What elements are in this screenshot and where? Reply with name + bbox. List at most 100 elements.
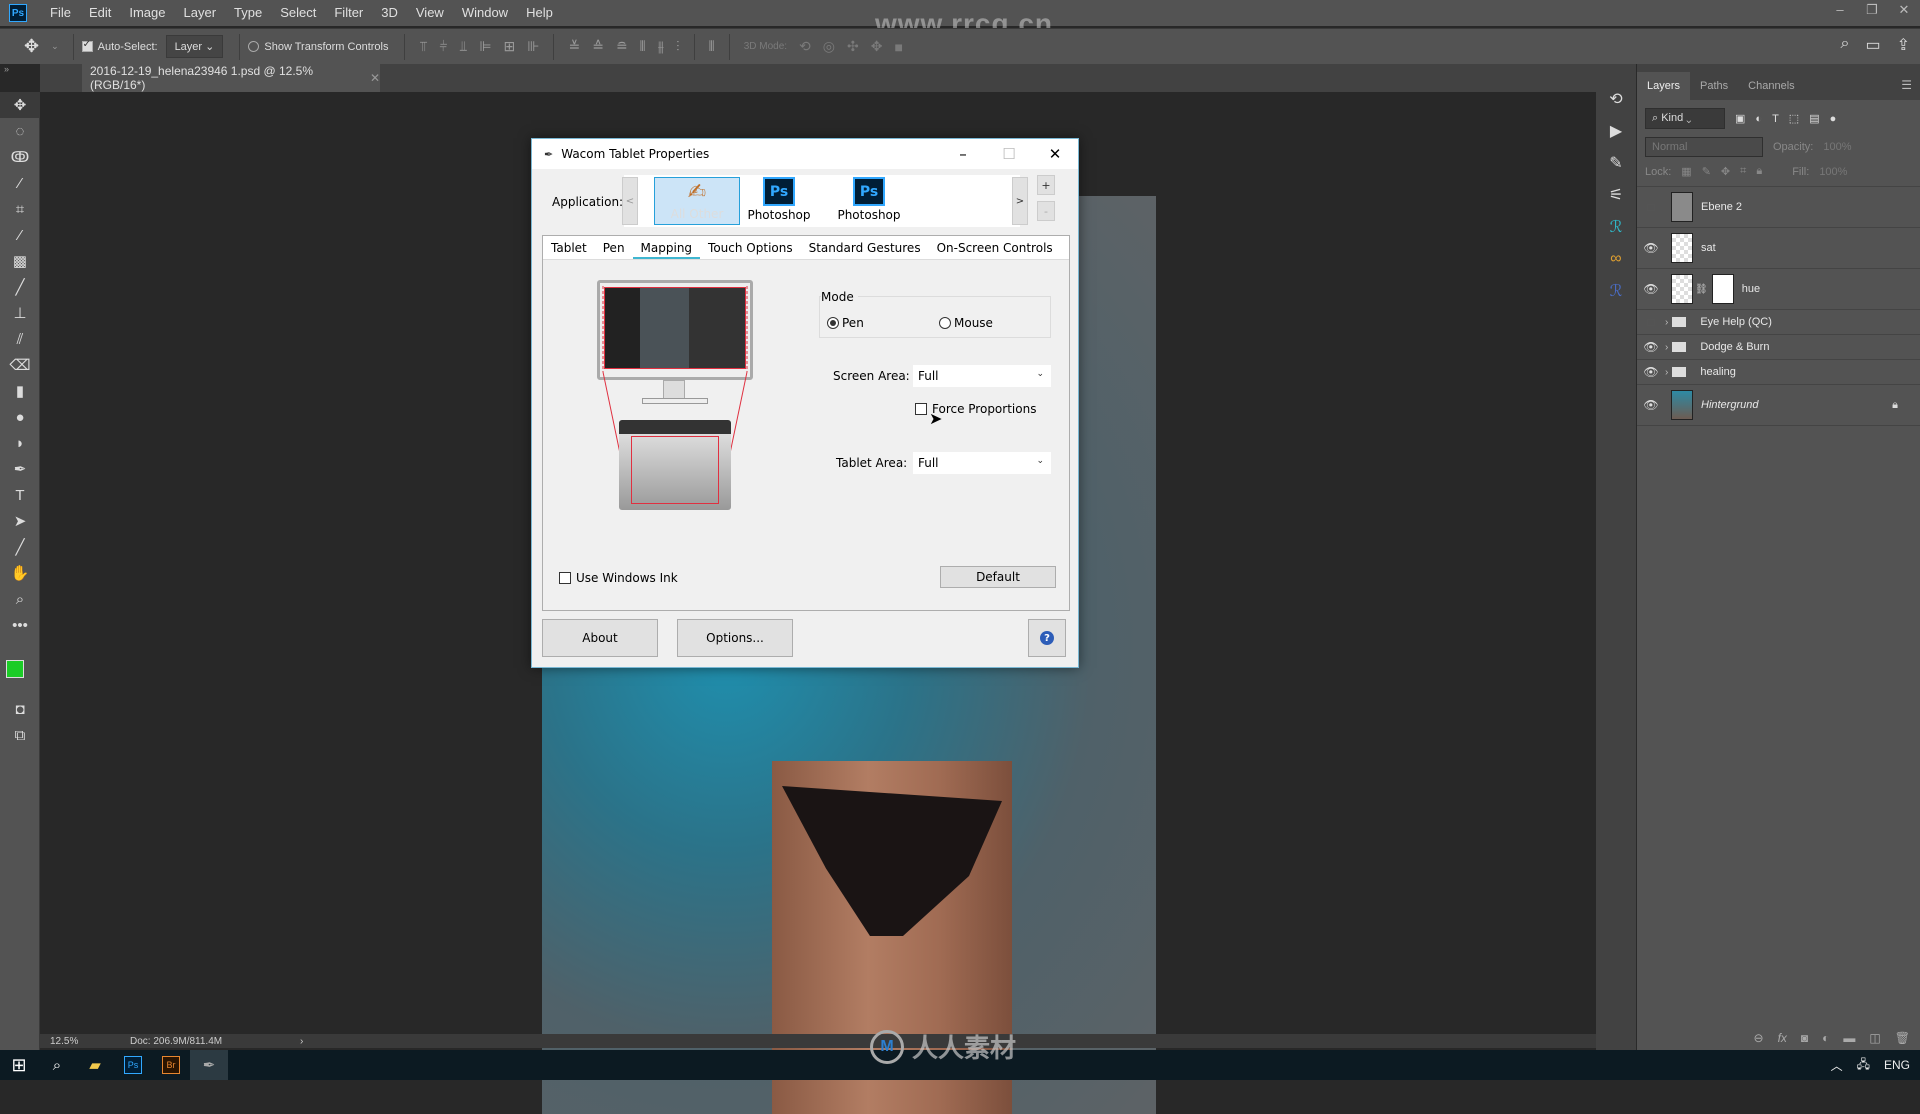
- restore-icon[interactable]: ❐: [1856, 0, 1888, 22]
- type-tool[interactable]: T: [0, 482, 40, 508]
- distribute-hcenter-icon[interactable]: ⫵: [658, 38, 664, 55]
- 3d-roll-icon[interactable]: ◎: [823, 38, 835, 55]
- screen-area-dropdown[interactable]: Full ⌄: [913, 365, 1051, 387]
- blend-mode-dropdown[interactable]: Normal: [1645, 137, 1763, 157]
- eye-icon[interactable]: 👁︎: [1637, 282, 1665, 296]
- menu-image[interactable]: Image: [120, 0, 174, 26]
- photoshop-taskbar-button[interactable]: Ps: [114, 1050, 152, 1080]
- distribute-vcenter-icon[interactable]: ≙: [592, 38, 604, 55]
- fx-icon[interactable]: fx: [1778, 1031, 1787, 1045]
- bridge-taskbar-button[interactable]: Br: [152, 1050, 190, 1080]
- stamp-tool[interactable]: ⊥: [0, 300, 40, 326]
- layer-row[interactable]: □ Ebene 2: [1637, 187, 1920, 228]
- tablet-area-dropdown[interactable]: Full ⌄: [913, 452, 1051, 474]
- eye-icon[interactable]: 👁︎: [1637, 340, 1665, 354]
- search-icon[interactable]: ⌕: [38, 1050, 76, 1080]
- move-tool[interactable]: ✥: [0, 92, 40, 118]
- menu-edit[interactable]: Edit: [80, 0, 120, 26]
- eyedropper-tool[interactable]: ⁄: [0, 222, 40, 248]
- checkbox[interactable]: [559, 572, 571, 584]
- layer-row[interactable]: 👁︎ sat: [1637, 228, 1920, 269]
- auto-select-target-dropdown[interactable]: Layer ⌄: [165, 35, 224, 58]
- eye-icon[interactable]: 👁︎: [1637, 365, 1665, 379]
- hand-tool[interactable]: ✋: [0, 560, 40, 586]
- tab-layers[interactable]: Layers: [1637, 72, 1691, 100]
- quick-mask-button[interactable]: ◘: [0, 696, 40, 722]
- language-indicator[interactable]: ENG: [1884, 1058, 1910, 1072]
- menu-window[interactable]: Window: [453, 0, 517, 26]
- screen-mode-button[interactable]: ⧉: [0, 722, 40, 748]
- minimize-icon[interactable]: –: [1824, 0, 1856, 22]
- more-tools[interactable]: •••: [0, 612, 40, 638]
- trash-icon[interactable]: 🗑︎: [1895, 1031, 1910, 1045]
- crop-tool[interactable]: ⌗: [0, 196, 40, 222]
- workspace-icon[interactable]: ▭: [1865, 35, 1880, 55]
- default-button[interactable]: Default: [940, 566, 1056, 588]
- layer-group-row[interactable]: 👁︎ › healing: [1637, 360, 1920, 385]
- filter-pixel-icon[interactable]: ▣: [1735, 112, 1745, 125]
- layer-row[interactable]: 👁︎ ⛓ hue: [1637, 269, 1920, 310]
- auto-select-checkbox[interactable]: [81, 39, 93, 52]
- auto-align-icon[interactable]: ⦀: [709, 38, 715, 55]
- move-icon[interactable]: ✥: [24, 36, 39, 57]
- history-brush-tool[interactable]: ⫽: [0, 326, 40, 352]
- remove-app-button[interactable]: -: [1037, 201, 1055, 221]
- link-icon[interactable]: ⛓: [1695, 284, 1708, 295]
- 3d-slide-icon[interactable]: ✥: [871, 38, 883, 55]
- lock-paint-icon[interactable]: ✎: [1702, 165, 1711, 178]
- chevron-right-icon[interactable]: ›: [1665, 342, 1668, 353]
- minimize-icon[interactable]: –: [940, 139, 986, 169]
- options-button[interactable]: Options...: [677, 619, 793, 657]
- align-top-icon[interactable]: ⫪: [419, 38, 427, 55]
- align-bottom-icon[interactable]: ⫫: [459, 38, 467, 55]
- file-explorer-icon[interactable]: ▰: [76, 1050, 114, 1080]
- zoom-level[interactable]: 12.5%: [40, 1036, 130, 1047]
- new-layer-icon[interactable]: ◫: [1869, 1031, 1880, 1045]
- filter-shape-icon[interactable]: ⬚: [1789, 112, 1799, 125]
- mode-mouse-radio[interactable]: Mouse: [939, 316, 993, 330]
- quick-select-tool[interactable]: ⁄: [0, 170, 40, 196]
- lock-all-icon[interactable]: 🔒︎: [1756, 165, 1762, 178]
- tab-mapping[interactable]: Mapping: [632, 236, 701, 259]
- tab-touch-options[interactable]: Touch Options: [700, 236, 801, 259]
- lock-icon[interactable]: 🔒︎: [1892, 399, 1898, 412]
- eye-icon[interactable]: 👁︎: [1637, 241, 1665, 255]
- share-icon[interactable]: ⇪: [1897, 35, 1910, 55]
- marquee-tool[interactable]: ◌: [0, 118, 40, 144]
- radio-selected[interactable]: [827, 317, 839, 329]
- actions-play-icon[interactable]: ▶: [1600, 118, 1632, 144]
- new-group-icon[interactable]: ▬: [1843, 1031, 1855, 1045]
- mode-pen-radio[interactable]: Pen: [827, 316, 864, 330]
- filter-type-icon[interactable]: T: [1772, 113, 1779, 125]
- eraser-tool[interactable]: ⌫: [0, 352, 40, 378]
- help-button[interactable]: ?: [1028, 619, 1066, 657]
- collapse-icon[interactable]: »: [4, 64, 9, 74]
- tab-pen[interactable]: Pen: [595, 236, 633, 259]
- align-hcenter-icon[interactable]: ⊞: [504, 38, 516, 55]
- visibility-toggle-off[interactable]: □: [1637, 200, 1665, 214]
- zoom-tool[interactable]: ⌕: [0, 586, 40, 612]
- panel-menu-icon[interactable]: ☰: [1901, 78, 1912, 92]
- gradient-tool[interactable]: ▮: [0, 378, 40, 404]
- fill-value[interactable]: 100%: [1819, 166, 1847, 178]
- app-tile-all-other[interactable]: ✍ All Other: [654, 177, 740, 225]
- chevron-right-icon[interactable]: ›: [1665, 317, 1668, 328]
- dialog-titlebar[interactable]: ✒ Wacom Tablet Properties – ☐ ✕: [532, 139, 1078, 169]
- tab-channels[interactable]: Channels: [1738, 72, 1804, 100]
- close-icon[interactable]: ✕: [1032, 139, 1078, 169]
- menu-help[interactable]: Help: [517, 0, 562, 26]
- close-icon[interactable]: ✕: [1888, 0, 1920, 22]
- layer-group-row[interactable]: 👁︎ › Dodge & Burn: [1637, 335, 1920, 360]
- lock-artboard-icon[interactable]: ⌗: [1740, 165, 1746, 178]
- lock-transparent-icon[interactable]: ▦: [1681, 165, 1691, 178]
- close-tab-icon[interactable]: ✕: [370, 71, 380, 85]
- show-transform-checkbox[interactable]: [248, 41, 260, 52]
- adjustment-layer-icon[interactable]: ◐: [1822, 1031, 1829, 1045]
- about-button[interactable]: About: [542, 619, 658, 657]
- lasso-tool[interactable]: ↂ: [0, 144, 40, 170]
- opacity-value[interactable]: 100%: [1823, 141, 1851, 153]
- add-app-button[interactable]: +: [1037, 175, 1055, 195]
- history-icon[interactable]: ⟲: [1600, 86, 1632, 112]
- foreground-color-swatch[interactable]: [6, 660, 24, 678]
- app-prev-button[interactable]: <: [622, 177, 638, 225]
